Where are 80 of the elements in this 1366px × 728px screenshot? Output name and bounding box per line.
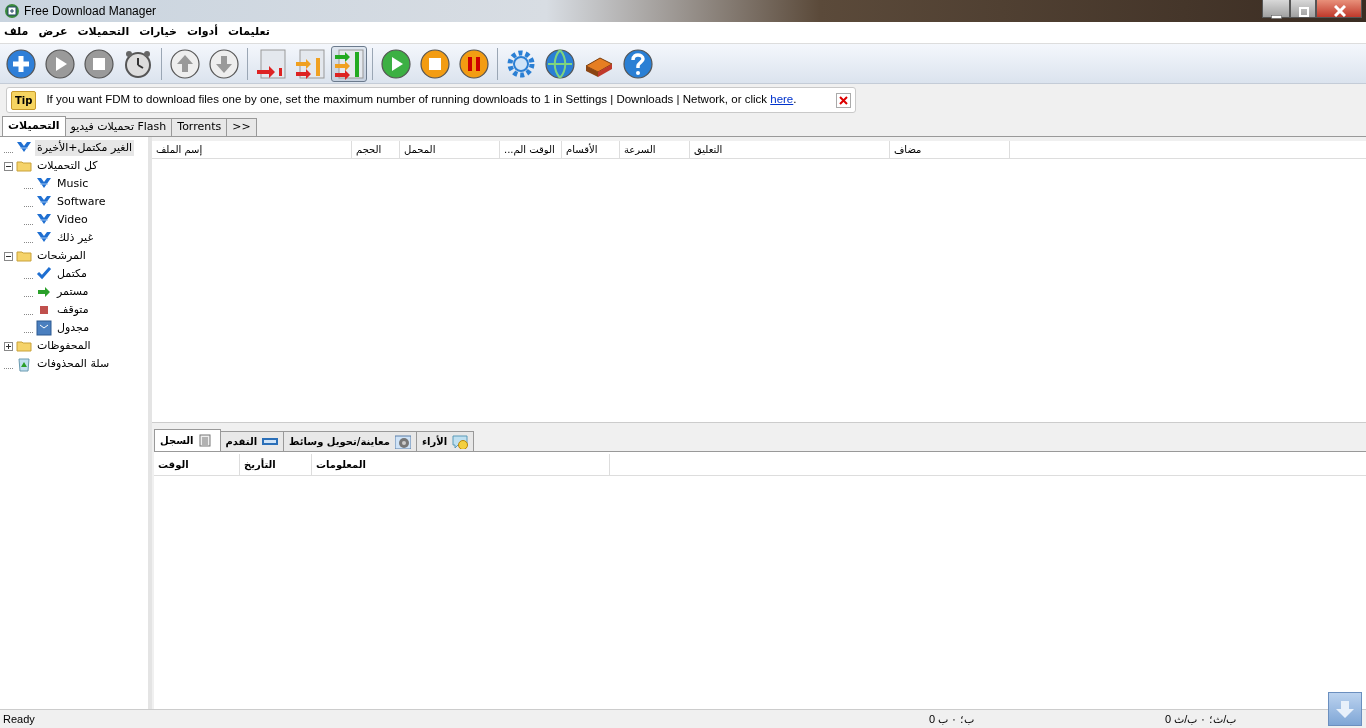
- checkmark-icon: [36, 266, 52, 282]
- close-icon: [839, 95, 848, 105]
- folder-icon: [16, 248, 32, 264]
- tree-item[interactable]: مجدول: [55, 319, 92, 337]
- restore-icon: [1299, 7, 1309, 17]
- app-logo-icon: [4, 3, 20, 19]
- folder-icon: [16, 338, 32, 354]
- speaker-icon: [394, 434, 411, 449]
- recycle-bin-icon: [16, 356, 32, 372]
- column-header[interactable]: المعلومات: [312, 454, 610, 475]
- tree-item[interactable]: سلة المحذوفات: [35, 355, 112, 373]
- chat-bubble-icon: [452, 434, 469, 449]
- play-icon: [44, 47, 76, 80]
- drop-target-button[interactable]: [1328, 692, 1362, 726]
- tab[interactable]: التقدم: [219, 431, 285, 451]
- add-icon: [5, 47, 37, 80]
- column-header[interactable]: الحجم: [352, 141, 400, 158]
- column-header[interactable]: الوقت: [154, 454, 240, 475]
- arrow-bar-icon: [333, 47, 365, 80]
- tree-item[interactable]: كل التحميلات: [35, 157, 100, 175]
- tip-text: If you want FDM to download files one by one, set the maximum number of running downloads to 1 in Settings | Downloads | Network, or click here.: [46, 92, 797, 108]
- tree-item[interactable]: غير ذلك: [55, 229, 96, 247]
- tree-item[interactable]: المحفوظات: [35, 337, 93, 355]
- folder-icon: [16, 158, 32, 174]
- column-header[interactable]: السرعة: [620, 141, 690, 158]
- arrow-bar-icon: [255, 47, 287, 80]
- down-arrow-icon: [1335, 699, 1355, 719]
- collapse-button[interactable]: [4, 251, 13, 261]
- minimize-icon: [1271, 15, 1282, 19]
- close-button[interactable]: [1316, 0, 1362, 18]
- tree-item[interactable]: مكتمل: [55, 265, 89, 283]
- stop-icon: [83, 47, 115, 80]
- arrow-bar-icon: [294, 47, 326, 80]
- arrow-bar-button[interactable]: [331, 45, 367, 82]
- arrow-icon: [36, 284, 52, 300]
- speed-status: ب/ث؛ ۰ ب/ث 0: [1164, 711, 1238, 727]
- expand-button[interactable]: [4, 341, 13, 351]
- close-button[interactable]: [836, 92, 851, 108]
- pause-circle-icon: [458, 47, 490, 80]
- column-header[interactable]: التأريخ: [240, 454, 312, 475]
- traffic-status: ب؛ ۰ ب 0: [928, 711, 976, 727]
- status-text: Ready: [2, 711, 36, 727]
- tab[interactable]: السجل: [154, 429, 221, 451]
- tab[interactable]: تحميلات فيديو Flash: [64, 118, 173, 136]
- tree-item[interactable]: المرشحات: [35, 247, 88, 265]
- globe-icon: [544, 47, 576, 80]
- menu-item[interactable]: التحميلات: [77, 24, 130, 41]
- window-title: Free Download Manager: [24, 3, 157, 20]
- collapse-button[interactable]: [4, 161, 13, 171]
- tab[interactable]: معاينة/تحويل وسائط: [283, 431, 417, 451]
- tab[interactable]: التحميلات: [2, 116, 66, 136]
- tree-item[interactable]: متوقف: [55, 301, 91, 319]
- menu-item[interactable]: تعليمات: [227, 24, 270, 41]
- play-circle-icon: [380, 47, 412, 80]
- tree-item[interactable]: Video: [55, 211, 90, 229]
- menu-item[interactable]: ملف: [4, 24, 29, 41]
- calendar-icon: [36, 320, 52, 336]
- column-header[interactable]: المحمل: [400, 141, 500, 158]
- column-header[interactable]: إسم الملف: [152, 141, 352, 158]
- column-header[interactable]: مضاف: [890, 141, 1010, 158]
- menu-item[interactable]: خيارات: [139, 24, 177, 41]
- menu-item[interactable]: أدوات: [186, 24, 218, 41]
- tab[interactable]: >>: [226, 118, 257, 136]
- tree-item[interactable]: مستمر: [55, 283, 91, 301]
- column-header[interactable]: التعليق: [690, 141, 890, 158]
- help-icon: [622, 47, 654, 80]
- tip-link[interactable]: here: [770, 93, 794, 106]
- column-header[interactable]: ...الوقت الم: [500, 141, 562, 158]
- column-header[interactable]: الأقسام: [562, 141, 620, 158]
- tree-item[interactable]: الغير مكتمل+الأخيرة: [35, 139, 135, 157]
- tab[interactable]: Torrents: [171, 118, 228, 136]
- close-icon: [1334, 5, 1346, 17]
- tab[interactable]: الأراء: [415, 431, 475, 451]
- tree-item[interactable]: Music: [55, 175, 91, 193]
- minimize-button[interactable]: [1262, 0, 1290, 18]
- tip-badge: Tip: [11, 90, 37, 110]
- menu-item[interactable]: عرض: [38, 24, 68, 41]
- maximize-button[interactable]: [1290, 0, 1316, 18]
- stop-circle-icon: [419, 47, 451, 80]
- tree-item[interactable]: Software: [55, 193, 108, 211]
